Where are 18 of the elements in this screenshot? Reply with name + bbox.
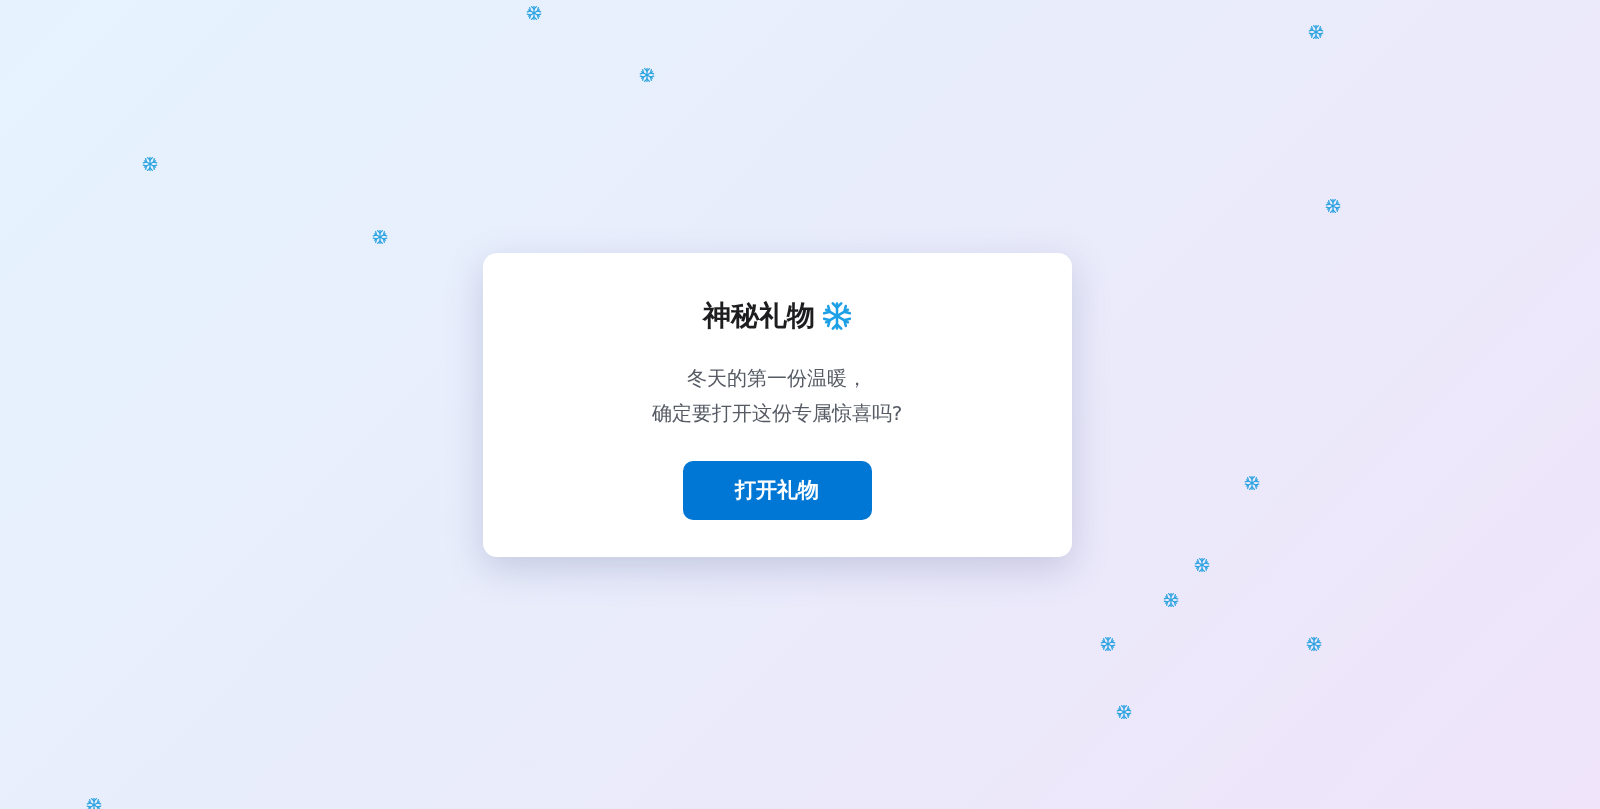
snowflake-icon [1194, 557, 1211, 574]
snowflake-icon [823, 301, 851, 330]
snowflake-icon [1308, 23, 1325, 40]
snowflake-icon [142, 156, 158, 173]
snowflake-icon [1244, 474, 1261, 491]
snowflake-icon [371, 228, 388, 245]
snowflake-icon [1116, 704, 1133, 721]
dialog-title: 神秘礼物 [703, 297, 815, 334]
snowflake-icon [1306, 635, 1323, 652]
snowflake-icon [1324, 198, 1341, 215]
open-gift-button[interactable]: 打开礼物 [682, 460, 872, 520]
message-text: 冬天的第一份温暖， [687, 364, 867, 392]
snowflake-icon [525, 5, 542, 22]
snowflake-icon [638, 67, 655, 84]
snowflake-icon [85, 796, 102, 809]
message-text: 确定要打开这份专属惊喜吗? [651, 399, 903, 427]
snowflake-icon [1163, 591, 1180, 608]
snowflake-icon [1100, 635, 1117, 652]
